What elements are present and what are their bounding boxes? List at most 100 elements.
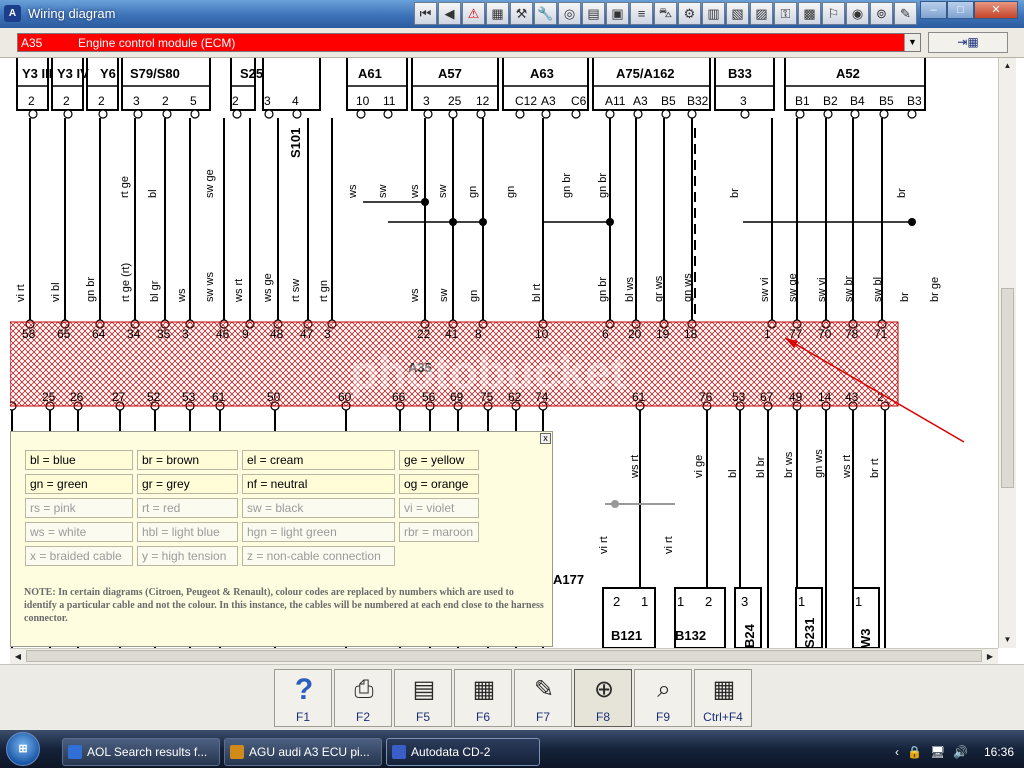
wrench-icon[interactable]: 🔧 bbox=[534, 2, 557, 25]
gauge-icon[interactable]: ◎ bbox=[558, 2, 581, 25]
first-icon[interactable]: ⏮ bbox=[414, 2, 437, 25]
window-controls: – □ ✕ bbox=[920, 1, 1018, 19]
top-pin-number: B4 bbox=[850, 94, 865, 108]
app-icon bbox=[68, 745, 82, 759]
filter-icon[interactable]: ≡ bbox=[630, 2, 653, 25]
tyre-icon[interactable]: ⊚ bbox=[870, 2, 893, 25]
scroll-thumb[interactable] bbox=[1001, 288, 1014, 488]
bottom-pin-number: 3 bbox=[741, 594, 748, 609]
pin-terminal bbox=[476, 109, 486, 119]
manual-icon[interactable]: ▥ bbox=[702, 2, 725, 25]
warning-icon[interactable]: ⚠ bbox=[462, 2, 485, 25]
toolbar: ⏮ ◀ ⚠ ▦ ⚒ 🔧 ◎ ▤ ▣ ≡ ⛍ ⚙ ▥ ▧ ▨ ⚿ ▩ ⚐ ◉ ⊚ ✎ bbox=[414, 2, 917, 25]
note-icon[interactable]: ✎ bbox=[894, 2, 917, 25]
tray-expand-icon[interactable]: ‹ bbox=[895, 738, 899, 766]
map-icon[interactable]: ▦ bbox=[486, 2, 509, 25]
scroll-down-icon[interactable]: ▼ bbox=[999, 632, 1016, 648]
legend-entry: z = non-cable connection bbox=[242, 546, 395, 566]
minimize-button[interactable]: – bbox=[920, 1, 947, 19]
junction-dot bbox=[611, 500, 619, 508]
top-pin-number: 2 bbox=[63, 94, 70, 108]
wire-colour-label: gn bbox=[468, 290, 480, 302]
bottom-component-label: A177 bbox=[553, 572, 584, 587]
battery-icon[interactable]: ▣ bbox=[606, 2, 629, 25]
pin-terminal bbox=[232, 109, 242, 119]
wire-colour-label: sw br bbox=[843, 275, 855, 302]
fkey-f9[interactable]: ⌕ F9 bbox=[634, 669, 692, 727]
ecu-top-pin-number: 41 bbox=[445, 327, 459, 341]
fkey-f6[interactable]: ▦ F6 bbox=[454, 669, 512, 727]
wire-colour-label: gr ws bbox=[653, 275, 665, 302]
taskbar: ⊞ AOL Search results f... AGU audi A3 ECU… bbox=[0, 730, 1024, 768]
top-pin-number: 11 bbox=[383, 94, 396, 108]
component-select[interactable]: A35 Engine control module (ECM) ▼ bbox=[17, 33, 921, 52]
bottom-component-label: W3 bbox=[858, 629, 873, 649]
vertical-scrollbar[interactable]: ▲ ▼ bbox=[998, 58, 1016, 648]
bottom-component-label: B24 bbox=[742, 623, 757, 648]
horizontal-scrollbar[interactable]: ◀ ▶ bbox=[10, 648, 998, 664]
top-pin-number: 3 bbox=[133, 94, 140, 108]
legend-entry: ws = white bbox=[25, 522, 133, 542]
start-button[interactable]: ⊞ bbox=[6, 732, 40, 766]
key-icon[interactable]: ⚿ bbox=[774, 2, 797, 25]
prev-icon[interactable]: ◀ bbox=[438, 2, 461, 25]
scroll-left-icon[interactable]: ◀ bbox=[10, 649, 26, 664]
volume-icon[interactable]: 🔊 bbox=[953, 738, 968, 766]
ecu-icon[interactable]: ▧ bbox=[726, 2, 749, 25]
chevron-down-icon[interactable]: ▼ bbox=[904, 34, 920, 51]
close-button[interactable]: ✕ bbox=[974, 1, 1018, 19]
top-pin-number: 4 bbox=[292, 94, 299, 108]
fkey-f5[interactable]: ▤ F5 bbox=[394, 669, 452, 727]
network-icon[interactable]: 🔒 bbox=[907, 738, 922, 766]
connector-icon[interactable]: ▨ bbox=[750, 2, 773, 25]
engine-icon[interactable]: ⚙ bbox=[678, 2, 701, 25]
fkey-f7[interactable]: ✎ F7 bbox=[514, 669, 572, 727]
diagram-icon[interactable]: ▩ bbox=[798, 2, 821, 25]
book-icon[interactable]: ▤ bbox=[582, 2, 605, 25]
print-icon: ⎙ bbox=[354, 676, 374, 703]
wire-colour-label: vi bl bbox=[50, 282, 62, 302]
car-icon[interactable]: ⛍ bbox=[654, 2, 677, 25]
connector-header-label: A61 bbox=[358, 66, 382, 81]
pin-terminal bbox=[264, 109, 274, 119]
fkey-ctrl-f4[interactable]: ▦ Ctrl+F4 bbox=[694, 669, 752, 727]
ecu-top-pin-number: 70 bbox=[818, 327, 832, 341]
scroll-up-icon[interactable]: ▲ bbox=[999, 58, 1016, 74]
exit-button[interactable]: ⇥▦ bbox=[928, 32, 1008, 53]
wire-colour-label: gn ws bbox=[682, 273, 694, 302]
wire-colour-label: br ge bbox=[929, 277, 941, 302]
calculator-icon: ▦ bbox=[472, 676, 496, 703]
window-title: Wiring diagram bbox=[28, 6, 116, 21]
taskbar-item[interactable]: Autodata CD-2 bbox=[386, 738, 540, 766]
maximize-button[interactable]: □ bbox=[947, 1, 974, 19]
taskbar-item[interactable]: AOL Search results f... bbox=[62, 738, 220, 766]
ecu-bottom-pin-number: 14 bbox=[818, 390, 832, 404]
legend-close-button[interactable]: x bbox=[540, 433, 551, 444]
legend-entry: x = braided cable bbox=[25, 546, 133, 566]
ecu-bottom-pin-number: 62 bbox=[508, 390, 522, 404]
component-name: Engine control module (ECM) bbox=[78, 36, 236, 50]
scroll-right-icon[interactable]: ▶ bbox=[982, 649, 998, 664]
service-icon[interactable]: ⚐ bbox=[822, 2, 845, 25]
display-icon[interactable]: 🖥 bbox=[930, 738, 945, 766]
ecu-bottom-pin-number: 67 bbox=[760, 390, 774, 404]
fkey-f1[interactable]: ? F1 bbox=[274, 669, 332, 727]
top-pin-number: 3 bbox=[740, 94, 747, 108]
side-component-label: S101 bbox=[288, 128, 303, 158]
connector-header-label: S79/S80 bbox=[130, 66, 180, 81]
legend-entry: ge = yellow bbox=[399, 450, 479, 470]
top-pin-number: 5 bbox=[190, 94, 197, 108]
ecu-top-pin-number: 6 bbox=[602, 327, 609, 341]
bottom-pin-number: 1 bbox=[798, 594, 805, 609]
brake-icon[interactable]: ◉ bbox=[846, 2, 869, 25]
legend-entry: rs = pink bbox=[25, 498, 133, 518]
function-keys: ? F1 ⎙ F2 ▤ F5 ▦ F6 ✎ F7 ⊕ F8 ⌕ F9 ▦ Ctrl+F4 bbox=[274, 669, 752, 727]
fkey-label: F6 bbox=[475, 710, 490, 724]
tool-icon[interactable]: ⚒ bbox=[510, 2, 533, 25]
scroll-thumb-horizontal[interactable] bbox=[26, 650, 982, 662]
pin-terminal bbox=[661, 109, 671, 119]
colour-legend-panel: x bl = blue br = brown el = cream ge = yell… bbox=[10, 431, 553, 647]
fkey-f8[interactable]: ⊕ F8 bbox=[574, 669, 632, 727]
fkey-f2[interactable]: ⎙ F2 bbox=[334, 669, 392, 727]
taskbar-item[interactable]: AGU audi A3 ECU pi... bbox=[224, 738, 382, 766]
